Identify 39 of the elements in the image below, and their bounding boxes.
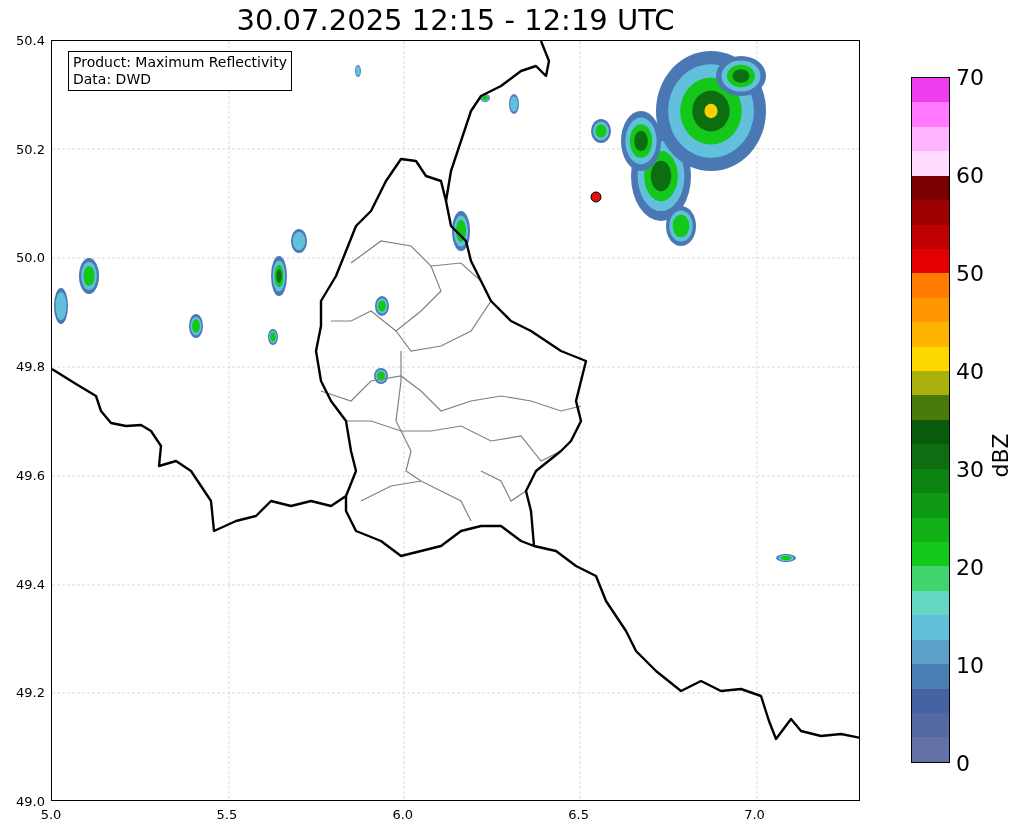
axis-tick-label: 50.0: [16, 249, 45, 265]
radar-echo: [452, 211, 470, 251]
axis-tick-label: 49.4: [16, 576, 45, 592]
axis-tick-label: 5.5: [216, 807, 238, 822]
colorbar-tick-label: 30: [956, 456, 984, 482]
axis-tick-label: 7.0: [744, 807, 765, 822]
location-marker: [590, 191, 602, 203]
colorbar-tick-label: 40: [956, 358, 984, 384]
radar-echo: [268, 329, 278, 345]
radar-echo: [374, 368, 388, 384]
radar-echo: [509, 94, 519, 114]
axis-tick-label: 50.2: [16, 141, 45, 157]
radar-echo: [189, 314, 203, 338]
radar-echo: [355, 65, 361, 77]
radar-echo: [375, 296, 389, 316]
axis-tick-label: 5.0: [40, 807, 62, 822]
radar-echo: [54, 288, 68, 324]
colorbar-tick-label: 60: [956, 162, 984, 188]
colorbar-tick-label: 50: [956, 260, 984, 286]
radar-echo: [591, 119, 611, 143]
colorbar-tick-label: 10: [956, 652, 984, 678]
colorbar-tick-label: 0: [956, 750, 970, 776]
axis-tick-label: 6.0: [392, 807, 414, 822]
radar-echo: [271, 256, 287, 296]
radar-echo: [480, 94, 490, 102]
axis-tick-label: 49.2: [16, 684, 45, 700]
info-label: Product: Maximum Reflectivity Data: DWD: [68, 51, 292, 91]
axis-tick-label: 49.6: [16, 467, 45, 483]
colorbar-tick-label: 20: [956, 554, 984, 580]
axis-tick-label: 50.4: [16, 32, 45, 48]
axis-tick-label: 49.0: [16, 793, 45, 809]
colorbar-label: dBZ: [987, 433, 1013, 478]
axis-tick-label: 49.8: [16, 358, 45, 374]
radar-echo: [291, 229, 307, 253]
radar-echo: [79, 258, 99, 294]
axis-tick-label: 6.5: [568, 807, 589, 822]
radar-echo: [776, 554, 796, 562]
colorbar-tick-label: 70: [956, 64, 984, 90]
chart-title: 30.07.2025 12:15 - 12:19 UTC: [235, 2, 676, 39]
